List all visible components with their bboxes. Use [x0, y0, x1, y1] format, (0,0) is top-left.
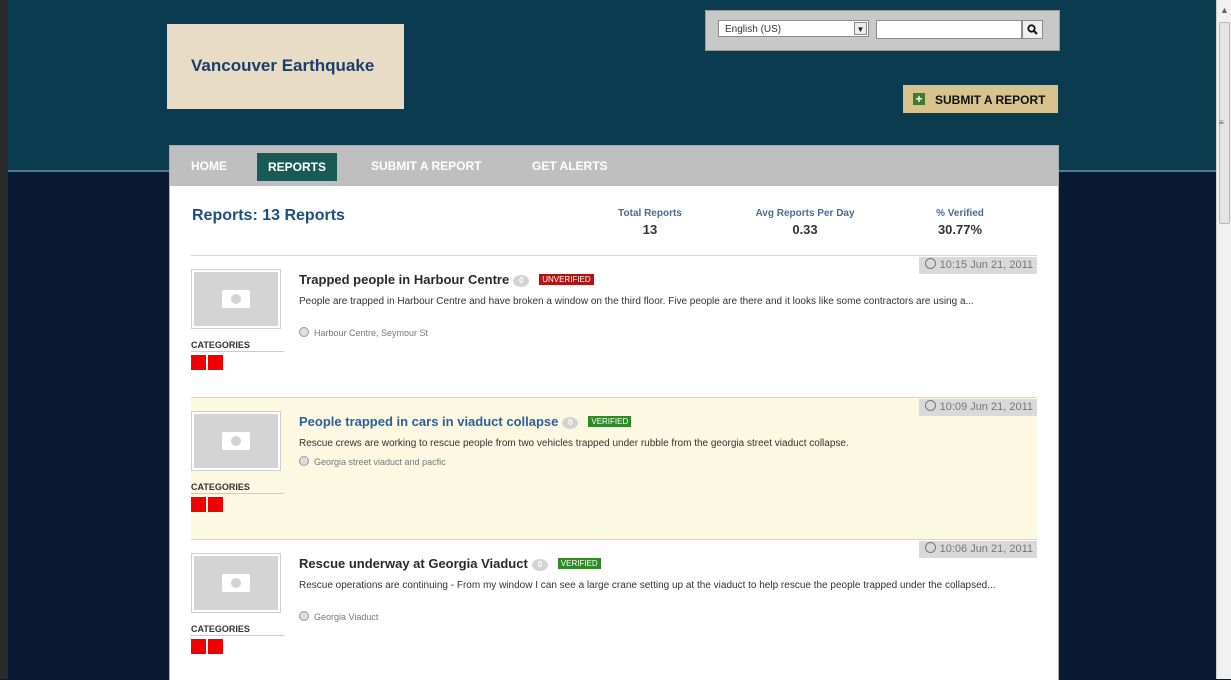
stat-avg-per-day: Avg Reports Per Day 0.33: [740, 208, 870, 237]
clock-icon: [924, 258, 936, 269]
report-location-text[interactable]: Georgia Viaduct: [314, 612, 378, 622]
report-location: Georgia Viaduct: [299, 611, 378, 622]
submit-report-label: SUBMIT A REPORT: [935, 93, 1046, 107]
page-title: Reports: 13 Reports: [192, 207, 345, 224]
report-item: 10:15 Jun 21, 2011 CATEGORIES Trapped pe…: [191, 255, 1037, 398]
camera-icon: [222, 290, 250, 308]
search-icon: [1027, 24, 1038, 35]
stat-value: 13: [642, 222, 658, 237]
report-item: 10:09 Jun 21, 2011 CATEGORIES People tra…: [191, 397, 1037, 540]
report-location-text[interactable]: Georgia street viaduct and pacfic: [314, 457, 446, 467]
status-badge: UNVERIFIED: [539, 274, 594, 285]
report-description: Rescue crews are working to rescue peopl…: [299, 438, 849, 449]
header-tools: English (US) ▼: [705, 10, 1060, 51]
submit-report-button[interactable]: + SUBMIT A REPORT: [903, 85, 1058, 113]
stat-value: 30.77%: [937, 222, 983, 237]
search-button[interactable]: [1022, 20, 1043, 39]
report-timestamp-text: 10:09 Jun 21, 2011: [939, 401, 1033, 413]
category-swatch[interactable]: [208, 497, 223, 512]
search-input[interactable]: [876, 20, 1022, 39]
window-edge: [0, 0, 8, 679]
category-swatch[interactable]: [208, 639, 223, 654]
category-swatch[interactable]: [191, 639, 206, 654]
report-item: 10:06 Jun 21, 2011 CATEGORIES Rescue und…: [191, 539, 1037, 680]
thumbnail-placeholder: [194, 272, 278, 326]
status-badge: VERIFIED: [557, 558, 601, 569]
report-thumbnail[interactable]: [191, 269, 281, 329]
camera-icon: [222, 574, 250, 592]
report-thumbnail[interactable]: [191, 411, 281, 471]
report-description: People are trapped in Harbour Centre and…: [299, 296, 974, 307]
clock-icon: [924, 542, 936, 553]
nav-item-reports[interactable]: REPORTS: [257, 153, 338, 181]
report-title: People trapped in cars in viaduct collap…: [299, 414, 632, 429]
scroll-up-icon[interactable]: ▲: [1220, 6, 1229, 15]
report-title-link[interactable]: People trapped in cars in viaduct collap…: [299, 414, 558, 429]
stat-total-reports: Total Reports 13: [595, 208, 705, 237]
report-title-link[interactable]: Trapped people in Harbour Centre: [299, 272, 509, 287]
report-timestamp-text: 10:15 Jun 21, 2011: [939, 259, 1033, 271]
thumbnail-placeholder: [194, 414, 278, 468]
categories-label: CATEGORIES: [191, 340, 284, 352]
category-swatch[interactable]: [208, 355, 223, 370]
report-timestamp: 10:09 Jun 21, 2011: [918, 399, 1037, 416]
chevron-down-icon[interactable]: ▼: [854, 22, 867, 35]
site-title[interactable]: Vancouver Earthquake: [191, 56, 374, 76]
report-title-link[interactable]: Rescue underway at Georgia Viaduct: [299, 556, 528, 571]
stat-label: % Verified: [936, 208, 984, 219]
location-icon: [299, 327, 309, 337]
main-content: HOME REPORTS SUBMIT A REPORT GET ALERTS …: [169, 145, 1059, 680]
category-swatches: [191, 355, 225, 375]
nav-item-get-alerts[interactable]: GET ALERTS: [532, 146, 608, 186]
clock-icon: [924, 400, 936, 411]
language-select[interactable]: English (US) ▼: [718, 20, 869, 37]
comment-count-icon[interactable]: 0: [513, 275, 530, 287]
nav-item-home[interactable]: HOME: [191, 146, 227, 186]
stat-verified-percent: % Verified 30.77%: [915, 208, 1005, 237]
category-swatches: [191, 497, 225, 517]
report-description: Rescue operations are continuing - From …: [299, 580, 996, 591]
page-scrollbar[interactable]: ▲ ≡: [1216, 0, 1231, 679]
stat-value: 0.33: [792, 222, 818, 237]
stat-label: Total Reports: [618, 208, 682, 219]
category-swatch[interactable]: [191, 497, 206, 512]
report-timestamp-text: 10:06 Jun 21, 2011: [939, 543, 1033, 555]
category-swatches: [191, 639, 225, 659]
report-location-text[interactable]: Harbour Centre, Seymour St: [314, 328, 428, 338]
status-badge: VERIFIED: [588, 416, 632, 427]
report-location: Harbour Centre, Seymour St: [299, 327, 428, 338]
report-timestamp: 10:06 Jun 21, 2011: [918, 541, 1037, 558]
language-select-value: English (US): [725, 24, 782, 35]
location-icon: [299, 456, 309, 466]
thumbnail-placeholder: [194, 556, 278, 610]
camera-icon: [222, 432, 250, 450]
comment-count-icon[interactable]: 0: [562, 417, 579, 429]
main-nav: HOME REPORTS SUBMIT A REPORT GET ALERTS: [170, 146, 1058, 186]
site-logo[interactable]: Vancouver Earthquake: [167, 24, 404, 109]
plus-icon: +: [913, 93, 925, 105]
stat-label: Avg Reports Per Day: [755, 208, 855, 219]
report-timestamp: 10:15 Jun 21, 2011: [918, 257, 1037, 274]
location-icon: [299, 611, 309, 621]
comment-count-icon[interactable]: 0: [531, 559, 548, 571]
categories-label: CATEGORIES: [191, 482, 284, 494]
report-location: Georgia street viaduct and pacfic: [299, 456, 446, 467]
scroll-grip-icon: ≡: [1219, 118, 1224, 127]
report-title: Trapped people in Harbour Centre 0 UNVERIF…: [299, 272, 594, 287]
categories-label: CATEGORIES: [191, 624, 284, 636]
category-swatch[interactable]: [191, 355, 206, 370]
report-thumbnail[interactable]: [191, 553, 281, 613]
nav-item-submit-report[interactable]: SUBMIT A REPORT: [371, 146, 481, 186]
report-title: Rescue underway at Georgia Viaduct 0 VERIF…: [299, 556, 601, 571]
